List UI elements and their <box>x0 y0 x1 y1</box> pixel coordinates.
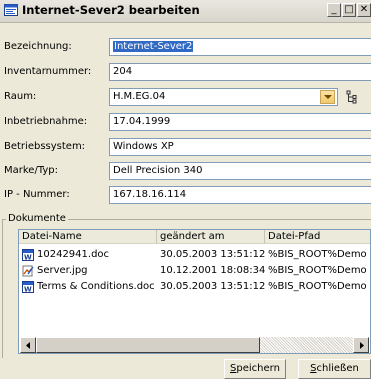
label-ip-nummer: IP - Nummer: <box>4 189 70 200</box>
bezeichnung-input[interactable]: Internet-Sever2 <box>109 38 371 56</box>
documents-group-title: Dokumente <box>6 213 68 224</box>
list-item[interactable]: Server.jpg 10.12.2001 18:08:34 %BIS_ROOT… <box>19 263 370 278</box>
file-name: Terms & Conditions.doc <box>37 281 155 292</box>
file-path: %BIS_ROOT%Demo <box>268 281 367 292</box>
word-doc-icon: W <box>22 280 34 293</box>
ip-nummer-input[interactable]: 167.18.16.114 <box>109 186 371 204</box>
inbetriebnahme-input[interactable]: 17.04.1999 <box>109 113 371 131</box>
field-row-marke-typ: Marke/Typ: Dell Precision 340 <box>0 162 371 182</box>
tree-structure-icon <box>346 90 357 103</box>
field-row-raum: Raum: H.M.EG.04 <box>0 88 371 108</box>
maximize-button[interactable]: □ <box>342 3 356 17</box>
svg-text:W: W <box>24 285 32 293</box>
minimize-button[interactable]: _ <box>327 3 341 17</box>
field-row-inbetriebnahme: Inbetriebnahme: 17.04.1999 <box>0 113 371 133</box>
file-modified: 30.05.2003 13:51:12 <box>160 249 265 260</box>
label-bezeichnung: Bezeichnung: <box>4 41 72 52</box>
close-dialog-button[interactable]: Schließen <box>298 359 371 379</box>
dialog-footer: Speichern Schließen <box>0 358 371 379</box>
label-betriebssystem: Betriebssystem: <box>4 141 86 152</box>
documents-list[interactable]: Datei-Name geändert am Datei-Pfad W 1024… <box>18 229 371 354</box>
arrow-right-icon <box>359 341 364 349</box>
label-raum: Raum: <box>4 91 37 102</box>
file-path: %BIS_ROOT%Demo <box>268 265 367 276</box>
marke-typ-input[interactable]: Dell Precision 340 <box>109 162 371 180</box>
file-modified: 10.12.2001 18:08:34 <box>160 265 265 276</box>
window-title: Internet-Sever2 bearbeiten <box>22 3 200 17</box>
raum-dropdown-button[interactable] <box>320 90 335 104</box>
file-name: Server.jpg <box>37 265 88 276</box>
field-row-betriebssystem: Betriebssystem: Windows XP <box>0 138 371 158</box>
word-doc-icon: W <box>22 248 34 261</box>
column-header-datei-pfad[interactable]: Datei-Pfad <box>265 230 370 244</box>
file-modified: 30.05.2003 13:51:12 <box>160 281 265 292</box>
close-button-label: Schließen <box>310 363 359 374</box>
horizontal-scrollbar[interactable] <box>20 337 369 353</box>
label-inbetriebnahme: Inbetriebnahme: <box>4 116 88 127</box>
close-button[interactable]: ✕ <box>357 3 371 17</box>
field-row-bezeichnung: Bezeichnung: Internet-Sever2 <box>0 38 371 58</box>
app-window-icon <box>4 4 18 16</box>
image-file-icon <box>22 265 34 276</box>
list-header: Datei-Name geändert am Datei-Pfad <box>19 230 370 244</box>
label-inventarnummer: Inventarnummer: <box>4 66 92 77</box>
list-item[interactable]: W 10242941.doc 30.05.2003 13:51:12 %BIS_… <box>19 247 370 262</box>
betriebssystem-input[interactable]: Windows XP <box>109 138 371 156</box>
inventarnummer-input[interactable]: 204 <box>109 63 371 81</box>
room-tree-button[interactable] <box>339 88 369 105</box>
column-header-geaendert-am[interactable]: geändert am <box>157 230 265 244</box>
scroll-thumb[interactable] <box>36 337 260 353</box>
raum-value: H.M.EG.04 <box>113 91 166 102</box>
chevron-down-icon <box>323 95 332 99</box>
scroll-left-button[interactable] <box>20 337 36 353</box>
minimize-icon: _ <box>331 4 337 15</box>
field-row-ip-nummer: IP - Nummer: 167.18.16.114 <box>0 186 371 206</box>
svg-text:W: W <box>24 253 32 261</box>
arrow-left-icon <box>25 341 30 349</box>
save-button-label: Speichern <box>230 363 280 374</box>
scroll-right-button[interactable] <box>353 337 369 353</box>
label-marke-typ: Marke/Typ: <box>4 165 59 176</box>
close-icon: ✕ <box>359 4 369 15</box>
save-button[interactable]: Speichern <box>224 359 286 379</box>
maximize-icon: □ <box>344 4 354 15</box>
field-row-inventarnummer: Inventarnummer: 204 <box>0 63 371 83</box>
bezeichnung-value: Internet-Sever2 <box>113 41 194 52</box>
file-path: %BIS_ROOT%Demo <box>268 249 367 260</box>
scroll-track[interactable] <box>260 337 353 353</box>
edit-dialog: Internet-Sever2 bearbeiten _ □ ✕ Bezeich… <box>0 0 371 379</box>
list-item[interactable]: W Terms & Conditions.doc 30.05.2003 13:5… <box>19 279 370 294</box>
column-header-datei-name[interactable]: Datei-Name <box>19 230 157 244</box>
raum-combobox[interactable]: H.M.EG.04 <box>109 88 338 106</box>
title-bar[interactable]: Internet-Sever2 bearbeiten _ □ ✕ <box>0 0 371 23</box>
file-name: 10242941.doc <box>37 249 110 260</box>
